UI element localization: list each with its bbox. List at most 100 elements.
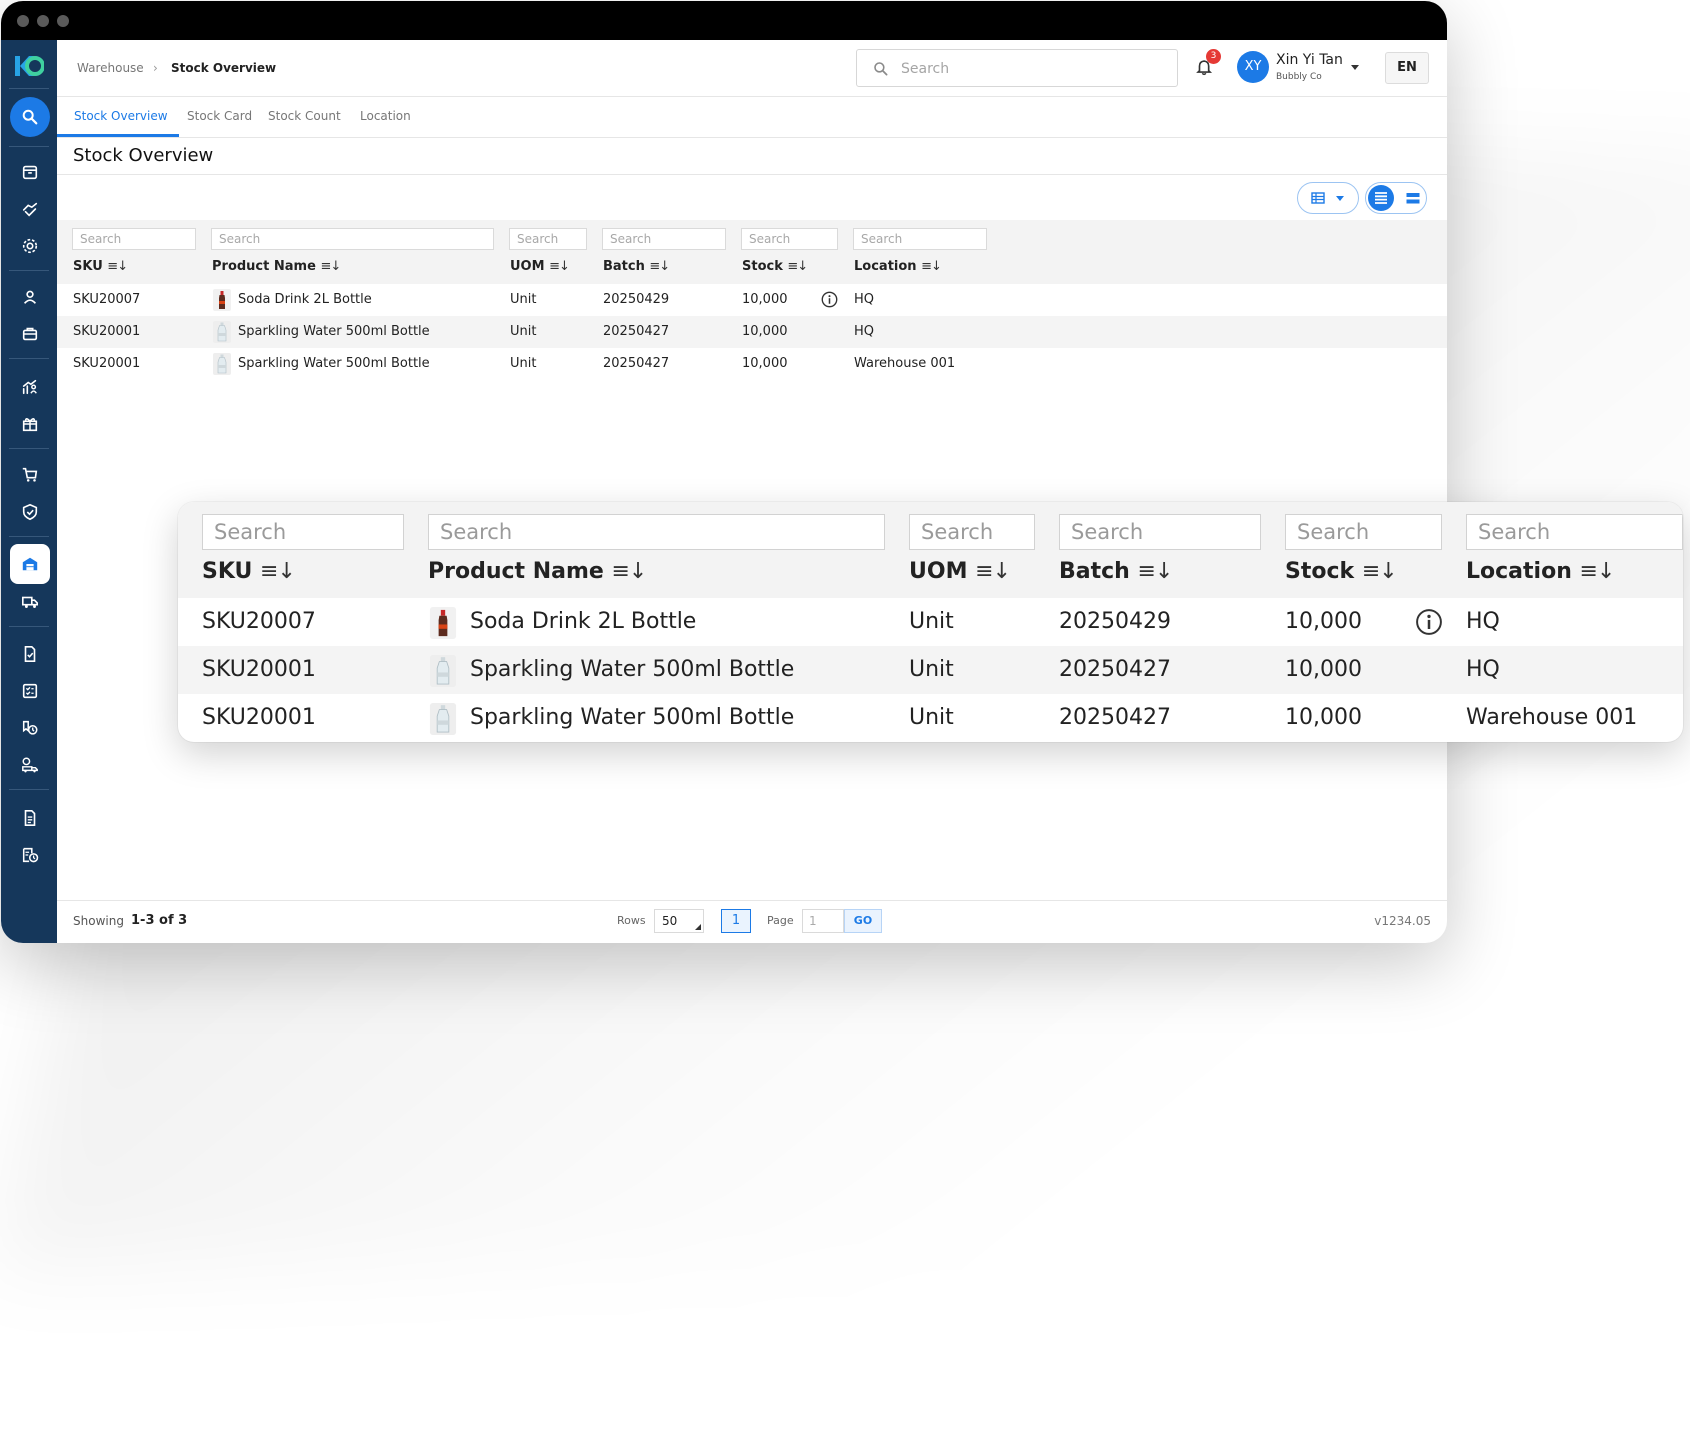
uom-column-header[interactable]: UOM ≡↓	[909, 559, 1011, 584]
sort-icon[interactable]: ≡↓	[921, 259, 942, 274]
briefcase-icon[interactable]	[19, 323, 41, 345]
search-input[interactable]	[899, 60, 1163, 78]
location-column-header[interactable]: Location ≡↓	[854, 259, 942, 274]
uom-cell: Unit	[909, 705, 954, 730]
stock-grid: SKU ≡↓ Product Name ≡↓ UOM ≡↓ Batch ≡↓ S…	[57, 220, 1447, 380]
document-check-icon[interactable]	[19, 643, 41, 665]
batch-cell: 20250427	[603, 356, 670, 371]
user-name[interactable]: Xin Yi Tan	[1276, 52, 1343, 68]
delivery-truck-icon[interactable]	[19, 754, 41, 776]
global-search	[856, 49, 1178, 87]
sort-icon[interactable]: ≡↓	[260, 559, 296, 584]
tab-stock-card[interactable]: Stock Card	[187, 109, 252, 123]
breadcrumb-current: Stock Overview	[171, 61, 277, 75]
batch-column-header[interactable]: Batch ≡↓	[1059, 559, 1174, 584]
stock-filter-input[interactable]	[741, 228, 838, 250]
batch-column-header[interactable]: Batch ≡↓	[603, 259, 670, 274]
user-icon[interactable]	[19, 286, 41, 308]
sku-cell: SKU20001	[202, 657, 316, 682]
table-row[interactable]: SKU20007 Soda Drink 2L Bottle Unit 20250…	[178, 598, 1683, 646]
sort-icon[interactable]: ≡↓	[549, 259, 570, 274]
product-name-filter-input[interactable]	[211, 228, 494, 250]
batch-cell: 20250427	[1059, 705, 1171, 730]
analytics-people-icon[interactable]	[19, 376, 41, 398]
logo-icon[interactable]	[14, 54, 44, 78]
uom-filter-input[interactable]	[909, 514, 1035, 550]
sort-icon[interactable]: ≡↓	[649, 259, 670, 274]
info-icon[interactable]	[1415, 608, 1443, 636]
location-column-header[interactable]: Location ≡↓	[1466, 559, 1616, 584]
archive-icon[interactable]	[19, 161, 41, 183]
shield-check-icon[interactable]	[19, 501, 41, 523]
sku-column-header[interactable]: SKU ≡↓	[202, 559, 296, 584]
sort-icon[interactable]: ≡↓	[1580, 559, 1616, 584]
sort-icon[interactable]: ≡↓	[612, 559, 648, 584]
tab-stock-count[interactable]: Stock Count	[268, 109, 341, 123]
handshake-icon[interactable]	[19, 198, 41, 220]
sku-column-header[interactable]: SKU ≡↓	[73, 259, 128, 274]
sort-icon[interactable]: ≡↓	[320, 259, 341, 274]
sku-filter-input[interactable]	[202, 514, 404, 550]
version-label: v1234.05	[1374, 914, 1431, 928]
truck-icon[interactable]	[19, 591, 41, 613]
product-name-column-header[interactable]: Product Name ≡↓	[428, 559, 648, 584]
report-clock-icon[interactable]	[19, 844, 41, 866]
stock-column-header[interactable]: Stock ≡↓	[1285, 559, 1398, 584]
table-row[interactable]: SKU20001 Sparkling Water 500ml Bottle Un…	[178, 646, 1683, 694]
sort-icon[interactable]: ≡↓	[107, 259, 128, 274]
batch-filter-input[interactable]	[602, 228, 726, 250]
tab-stock-overview[interactable]: Stock Overview	[74, 109, 168, 123]
batch-filter-input[interactable]	[1059, 514, 1261, 550]
product-name-filter-input[interactable]	[428, 514, 885, 550]
column-settings-button[interactable]	[1297, 182, 1359, 214]
table-row[interactable]: SKU20007 Soda Drink 2L Bottle Unit 20250…	[57, 284, 1447, 316]
uom-filter-input[interactable]	[509, 228, 587, 250]
maximize-window-dot[interactable]	[57, 15, 69, 27]
uom-cell: Unit	[510, 324, 537, 339]
product-name-column-header[interactable]: Product Name ≡↓	[212, 259, 341, 274]
uom-column-header[interactable]: UOM ≡↓	[510, 259, 570, 274]
minimize-window-dot[interactable]	[37, 15, 49, 27]
page-1-button[interactable]: 1	[721, 909, 751, 933]
page-label: Page	[767, 914, 794, 927]
sort-icon[interactable]: ≡↓	[787, 259, 808, 274]
breadcrumb-parent[interactable]: Warehouse	[77, 61, 144, 75]
avatar[interactable]: XY	[1237, 51, 1269, 83]
sku-filter-input[interactable]	[72, 228, 196, 250]
page-title: Stock Overview	[73, 145, 214, 166]
language-button[interactable]: EN	[1385, 52, 1429, 84]
page-title-bar: Stock Overview	[57, 138, 1447, 175]
showing-range: 1-3 of 3	[131, 913, 188, 928]
rows-per-page-select[interactable]: 50	[654, 909, 704, 933]
stock-filter-input[interactable]	[1285, 514, 1442, 550]
tab-location[interactable]: Location	[360, 109, 411, 123]
document-icon[interactable]	[19, 807, 41, 829]
location-filter-input[interactable]	[1466, 514, 1683, 550]
compact-density-button[interactable]	[1368, 185, 1394, 211]
sort-icon[interactable]: ≡↓	[1138, 559, 1174, 584]
page-jump-input[interactable]: 1	[802, 909, 844, 933]
table-row[interactable]: SKU20001 Sparkling Water 500ml Bottle Un…	[57, 348, 1447, 380]
settings-gear-icon[interactable]	[19, 235, 41, 257]
stock-cell: 10,000	[742, 292, 788, 307]
table-row[interactable]: SKU20001 Sparkling Water 500ml Bottle Un…	[178, 694, 1683, 742]
water-bottle-icon	[429, 655, 457, 687]
tag-clock-icon[interactable]	[19, 717, 41, 739]
close-window-dot[interactable]	[17, 15, 29, 27]
list-comfortable-icon[interactable]	[1406, 192, 1420, 205]
stock-column-header[interactable]: Stock ≡↓	[742, 259, 808, 274]
zoom-grid-header: SKU ≡↓ Product Name ≡↓ UOM ≡↓ Batch ≡↓ S…	[178, 502, 1683, 598]
gift-icon[interactable]	[19, 413, 41, 435]
sort-icon[interactable]: ≡↓	[975, 559, 1011, 584]
info-icon[interactable]	[821, 291, 838, 308]
cart-icon[interactable]	[19, 464, 41, 486]
sort-icon[interactable]: ≡↓	[1362, 559, 1398, 584]
table-row[interactable]: SKU20001 Sparkling Water 500ml Bottle Un…	[57, 316, 1447, 348]
location-filter-input[interactable]	[853, 228, 987, 250]
checklist-icon[interactable]	[19, 680, 41, 702]
notifications-button[interactable]: 3	[1194, 49, 1221, 80]
rows-per-page-value: 50	[662, 914, 678, 928]
go-button[interactable]: GO	[844, 909, 882, 933]
magnified-grid-callout: SKU ≡↓ Product Name ≡↓ UOM ≡↓ Batch ≡↓ S…	[178, 502, 1683, 742]
caret-down-icon[interactable]	[1350, 64, 1360, 72]
